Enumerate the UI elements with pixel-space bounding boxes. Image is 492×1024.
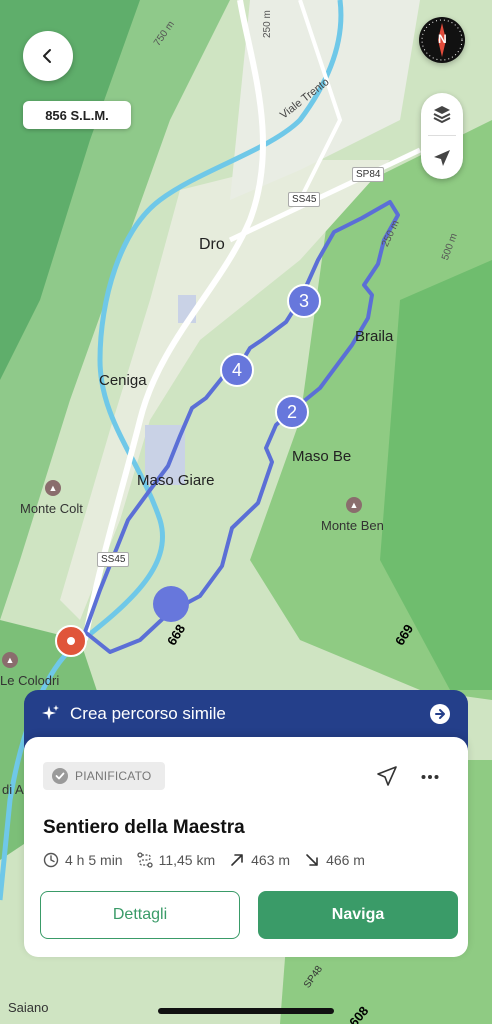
back-button[interactable] <box>23 31 73 81</box>
road-label: SP84 <box>352 167 385 182</box>
descent-stat: 466 m <box>304 852 365 868</box>
sparkle-icon <box>42 705 59 720</box>
elevation-chip: 856 S.L.M. <box>23 101 131 129</box>
start-pin-icon[interactable] <box>55 625 87 657</box>
place-label-monte-ben: Monte Ben <box>321 518 384 533</box>
layers-icon <box>433 106 451 124</box>
place-label-maso-giare: Maso Giare <box>137 472 215 489</box>
chevron-left-icon <box>43 49 51 63</box>
duration-stat: 4 h 5 min <box>43 852 123 868</box>
place-label-monte-colt: Monte Colt <box>20 501 83 516</box>
ascent-stat: 463 m <box>229 852 290 868</box>
arrow-right-icon <box>430 704 450 724</box>
route-card: PIANIFICATO Sentiero della Maestra 4 h 5… <box>24 737 468 957</box>
layers-button[interactable] <box>421 93 463 135</box>
ascent-value: 463 m <box>251 852 291 868</box>
status-badge: PIANIFICATO <box>43 762 165 790</box>
contour-label: 250 m <box>262 10 273 38</box>
ellipsis-icon <box>421 775 439 779</box>
place-label-saiano: Saiano <box>8 1000 49 1015</box>
waypoint-marker[interactable]: 4 <box>220 353 254 387</box>
place-label-ceniga: Ceniga <box>99 372 147 389</box>
route-distance-icon <box>136 852 153 868</box>
send-icon <box>377 766 397 786</box>
waypoint-marker[interactable] <box>153 586 189 622</box>
peak-icon: ▲ <box>346 497 362 513</box>
arrow-down-right-icon <box>306 854 318 866</box>
peak-icon: ▲ <box>45 480 61 496</box>
clock-icon <box>43 852 59 868</box>
duration-value: 4 h 5 min <box>65 852 123 868</box>
map-controls <box>421 93 463 179</box>
route-title: Sentiero della Maestra <box>43 817 245 838</box>
banner-label: Crea percorso simile <box>70 704 226 723</box>
compass-button[interactable]: N <box>419 17 465 63</box>
road-label: SS45 <box>288 192 321 207</box>
distance-value: 11,45 km <box>158 852 216 868</box>
descent-value: 466 m <box>326 852 365 868</box>
place-label-maso-be: Maso Be <box>292 448 352 465</box>
place-label-dro: Dro <box>199 236 225 253</box>
arrow-up-right-icon <box>231 854 243 866</box>
waypoint-marker[interactable]: 3 <box>287 284 321 318</box>
road-label: SS45 <box>97 552 130 567</box>
check-circle-icon <box>52 768 68 784</box>
place-label-di-a: di A <box>2 782 24 797</box>
locate-button[interactable] <box>421 137 463 179</box>
details-button[interactable]: Dettagli <box>40 891 240 939</box>
place-label-le-colodri: Le Colodri <box>0 673 60 688</box>
peak-icon: ▲ <box>2 652 18 668</box>
navigate-button[interactable]: Naviga <box>258 891 458 939</box>
place-label-braila: Braila <box>355 328 394 345</box>
distance-stat: 11,45 km <box>136 852 216 868</box>
waypoint-marker[interactable]: 2 <box>275 395 309 429</box>
status-text: PIANIFICATO <box>75 769 152 783</box>
home-indicator <box>158 1008 334 1014</box>
share-button[interactable] <box>376 765 400 789</box>
route-stats: 4 h 5 min 11,45 km 463 m 466 m <box>43 852 379 868</box>
location-arrow-icon <box>434 149 450 166</box>
compass-letter: N <box>438 32 447 46</box>
more-options-button[interactable] <box>418 765 442 789</box>
